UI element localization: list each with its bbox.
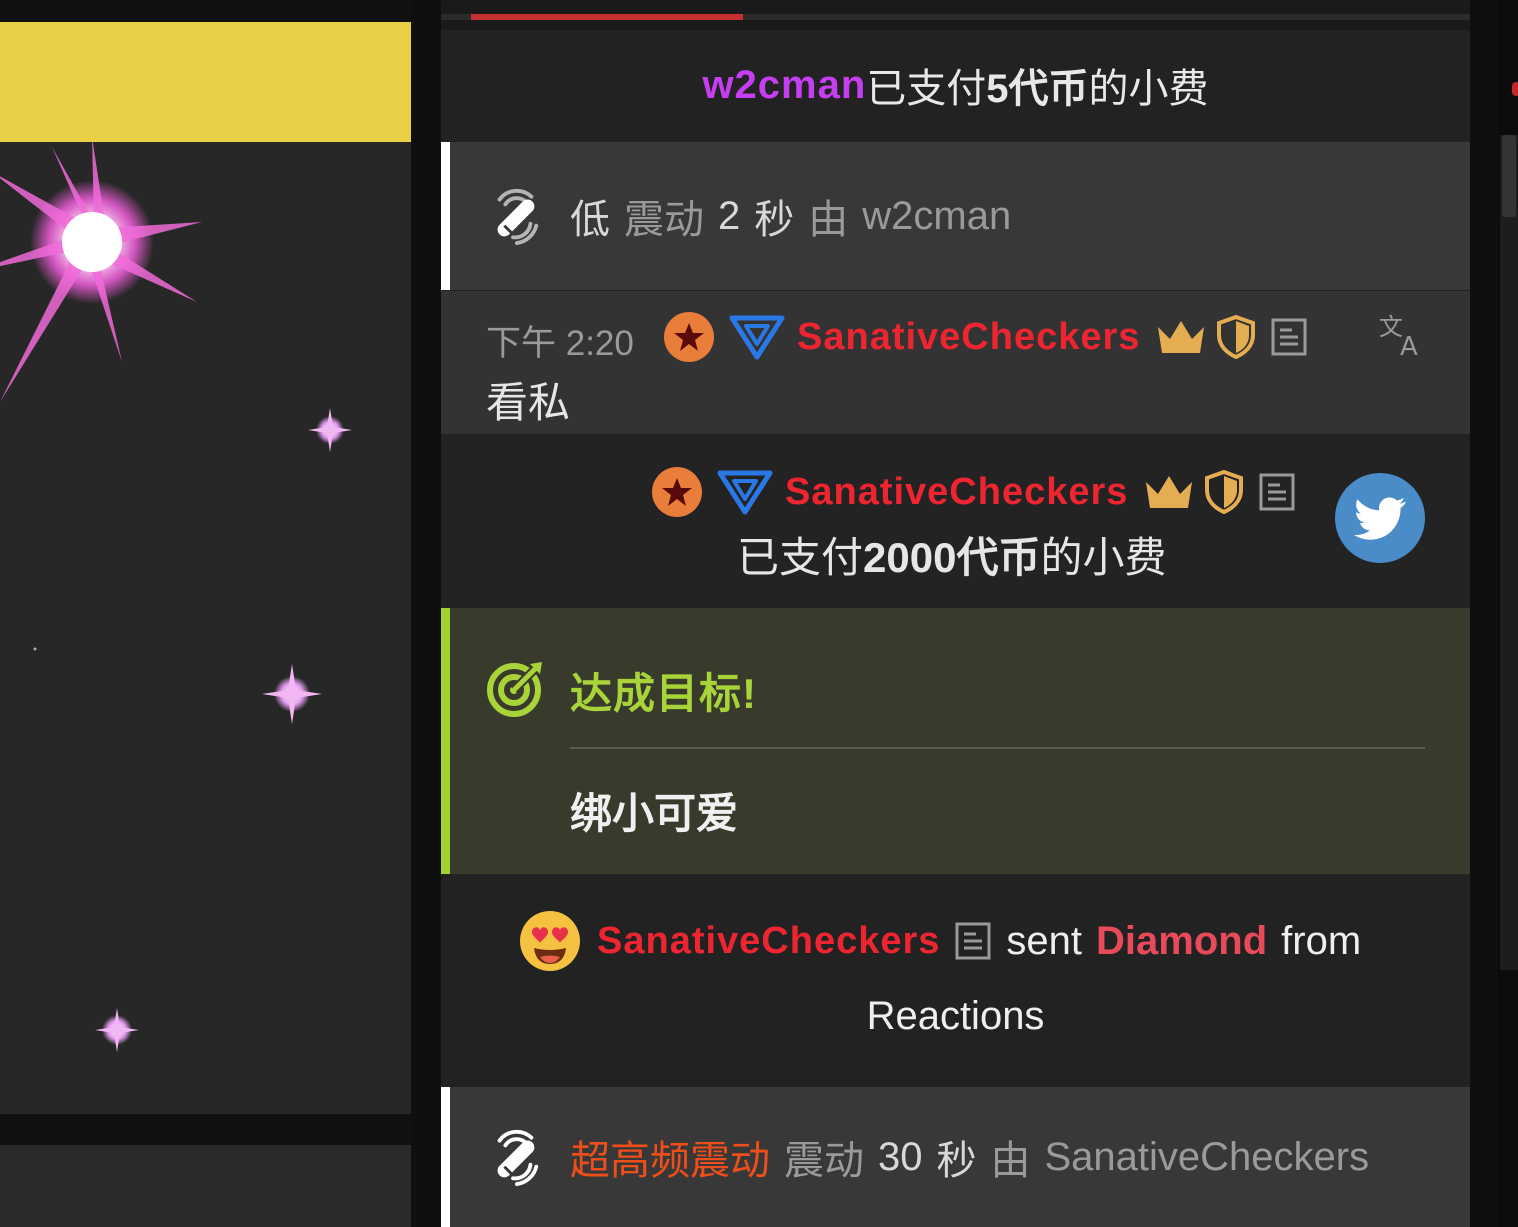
feed-top-strip — [441, 0, 1470, 30]
sparkle-animation — [0, 137, 411, 1114]
reaction-gift-event: SanativeCheckers sent Diamond from React… — [441, 876, 1470, 1086]
sparkle-graphic — [0, 137, 352, 1052]
goal-divider — [570, 747, 1425, 749]
preview-bottom-bar — [0, 1145, 411, 1227]
notes-icon[interactable] — [1270, 317, 1308, 357]
goal-title: 达成目标! — [570, 670, 757, 717]
shield-icon — [1205, 470, 1244, 514]
tip-suffix: 的小费 — [1088, 67, 1209, 111]
heart-eyes-emoji-icon — [520, 911, 580, 971]
reaction-line: SanativeCheckers sent Diamond from — [519, 910, 1361, 972]
goal-reached-panel: 达成目标! 绑小可爱 — [441, 608, 1470, 874]
target-icon — [487, 662, 542, 717]
chat-feed: w2cman 已支付 5代币 的小费 低 震动 2 秒 由 w2cman 下午 2:2… — [441, 0, 1470, 1227]
vibration-event: 低 震动 2 秒 由 w2cman — [441, 142, 1470, 290]
vibration-unit: 秒 — [754, 198, 795, 242]
vibration-wave-icon — [497, 1129, 539, 1186]
reaction-from: from — [1281, 918, 1362, 963]
vibration-by: 由 — [808, 198, 849, 242]
vibration-user[interactable]: w2cman — [862, 194, 1011, 239]
vibration-event-2: 超高频震动 震动 30 秒 由 SanativeCheckers — [441, 1087, 1470, 1227]
chat-message: 下午 2:20 SanativeCheckers 文 A 看私 — [441, 291, 1470, 434]
scrollbar-thumb[interactable] — [1502, 135, 1516, 217]
notes-icon[interactable] — [954, 921, 992, 961]
vibration-action: 震动 — [624, 198, 704, 242]
shield-icon — [1217, 315, 1256, 359]
translate-icon[interactable]: 文 A — [1378, 311, 1424, 357]
triangle-v-badge-icon — [729, 315, 785, 360]
preview-top-bar — [0, 22, 411, 142]
message-username[interactable]: SanativeCheckers — [797, 316, 1140, 359]
vibration-by: 由 — [990, 1139, 1031, 1183]
tip-amount: 5代币 — [986, 67, 1089, 111]
crown-icon — [1146, 476, 1193, 508]
crown-icon — [1158, 321, 1205, 353]
message-user-line: SanativeCheckers — [663, 311, 1308, 363]
scrollbar-track[interactable] — [1500, 135, 1518, 970]
vibration-unit: 秒 — [936, 1139, 977, 1183]
right-scroll-area — [1498, 0, 1518, 1227]
large-sparkle-icon — [0, 137, 202, 402]
message-time: 下午 2:20 — [486, 324, 634, 363]
vibration-user[interactable]: SanativeCheckers — [1045, 1135, 1370, 1180]
vibration-duration: 30 — [878, 1134, 923, 1179]
reaction-username[interactable]: SanativeCheckers — [597, 920, 940, 963]
tip-amount: 2000代币 — [863, 534, 1041, 581]
tip-prefix: 已支付 — [866, 67, 987, 111]
reaction-source: Reactions — [866, 994, 1045, 1038]
tip-username[interactable]: SanativeCheckers — [785, 471, 1128, 514]
video-preview-panel — [0, 0, 411, 1227]
vibration-duration: 2 — [718, 193, 741, 238]
tip-username[interactable]: w2cman — [702, 63, 866, 108]
reaction-sent: sent — [1006, 918, 1083, 963]
triangle-v-badge-icon — [717, 470, 773, 515]
reaction-gift-name: Diamond — [1096, 918, 1268, 963]
tip-notification-2: SanativeCheckers 已支付2000代币的小费 — [441, 434, 1470, 606]
vibration-level: 低 — [570, 198, 610, 242]
tip-suffix: 的小费 — [1040, 534, 1167, 581]
goal-text: 绑小可爱 — [570, 790, 739, 837]
notes-icon[interactable] — [1258, 472, 1296, 512]
twitter-bird-icon[interactable] — [1334, 472, 1426, 564]
vibration-action: 震动 — [784, 1139, 864, 1183]
tip-prefix: 已支付 — [737, 534, 864, 581]
message-text: 看私 — [486, 379, 571, 426]
small-sparkle-icon — [308, 408, 352, 452]
small-sparkle-icon — [262, 664, 322, 724]
svg-text:A: A — [1400, 332, 1418, 357]
tip-paid-text: 已支付2000代币的小费 — [737, 524, 1166, 585]
vibration-wave-icon — [497, 188, 539, 245]
star-badge-icon — [664, 312, 714, 362]
live-indicator-dot — [1512, 82, 1518, 96]
small-sparkle-icon — [95, 1008, 139, 1052]
vibration-level: 超高频震动 — [570, 1139, 770, 1183]
tip-user-line: SanativeCheckers — [651, 466, 1296, 518]
star-badge-icon — [652, 467, 702, 517]
tip-notification: w2cman 已支付 5代币 的小费 — [441, 30, 1470, 140]
goal-progress-fill — [471, 14, 743, 20]
